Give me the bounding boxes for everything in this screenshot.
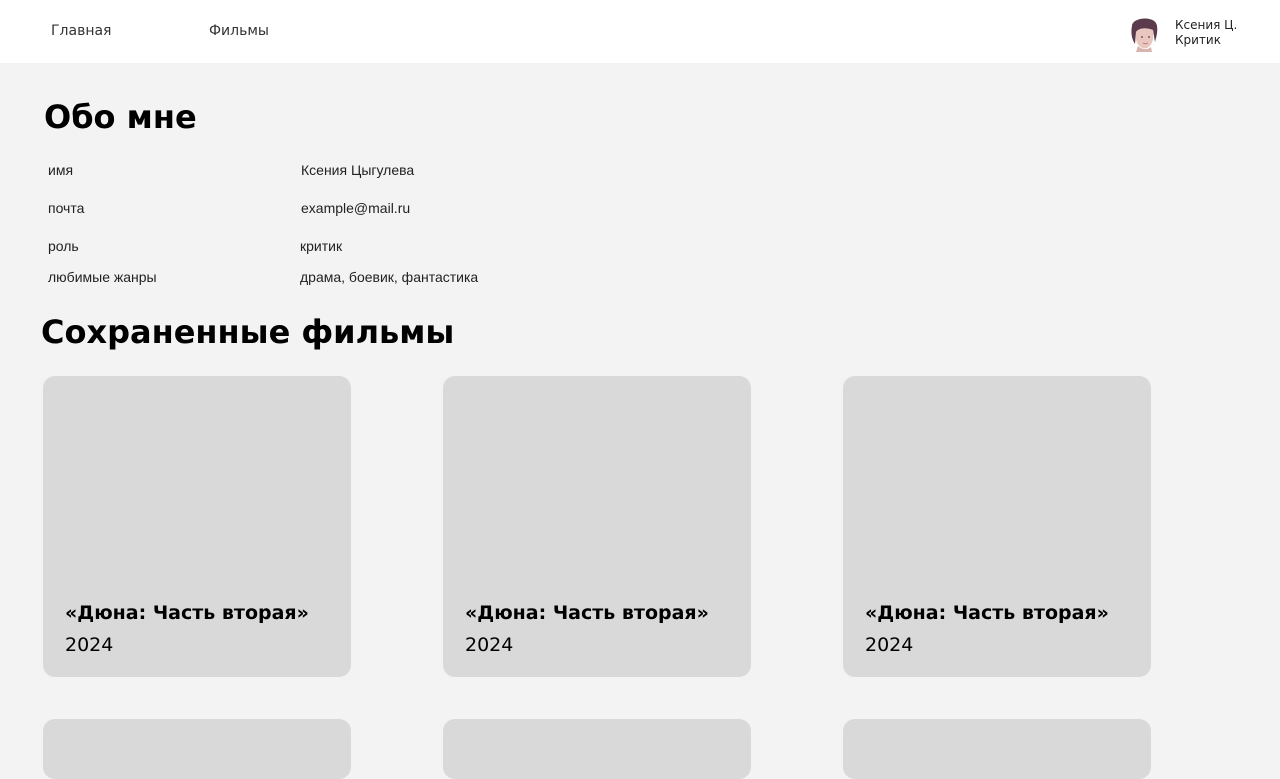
- film-card-partial[interactable]: [43, 719, 351, 779]
- film-card-partial[interactable]: [443, 719, 751, 779]
- film-card-year: 2024: [65, 634, 114, 656]
- user-avatar-photo-icon: [1126, 14, 1162, 52]
- top-navigation-bar: Главная Фильмы Ксения Ц. Критик: [0, 0, 1280, 63]
- profile-name: Ксения Ц.: [1175, 18, 1238, 32]
- nav-link-home[interactable]: Главная: [51, 23, 111, 39]
- info-label-role: роль: [48, 238, 79, 254]
- saved-films-section-title: Сохраненные фильмы: [41, 313, 455, 351]
- profile-role: Критик: [1175, 33, 1221, 47]
- film-card-title: «Дюна: Часть вторая»: [65, 602, 309, 624]
- film-card-title: «Дюна: Часть вторая»: [465, 602, 709, 624]
- film-card-title: «Дюна: Часть вторая»: [865, 602, 1109, 624]
- info-label-name: имя: [48, 162, 74, 178]
- user-profile-menu[interactable]: Ксения Ц. Критик: [1126, 14, 1266, 52]
- avatar[interactable]: [1126, 14, 1162, 52]
- nav-link-films[interactable]: Фильмы: [209, 23, 269, 39]
- film-card[interactable]: «Дюна: Часть вторая» 2024: [43, 376, 351, 677]
- film-card-year: 2024: [465, 634, 514, 656]
- about-section-title: Обо мне: [44, 98, 197, 136]
- info-label-email: почта: [48, 200, 85, 216]
- film-card-year: 2024: [865, 634, 914, 656]
- info-value-email: example@mail.ru: [301, 200, 411, 216]
- film-card[interactable]: «Дюна: Часть вторая» 2024: [843, 376, 1151, 677]
- film-card-partial[interactable]: [843, 719, 1151, 779]
- info-value-role: критик: [300, 238, 343, 254]
- film-card[interactable]: «Дюна: Часть вторая» 2024: [443, 376, 751, 677]
- info-value-name: Ксения Цыгулева: [301, 162, 415, 178]
- info-value-genres: драма, боевик, фантастика: [300, 269, 479, 285]
- info-label-genres: любимые жанры: [48, 269, 157, 285]
